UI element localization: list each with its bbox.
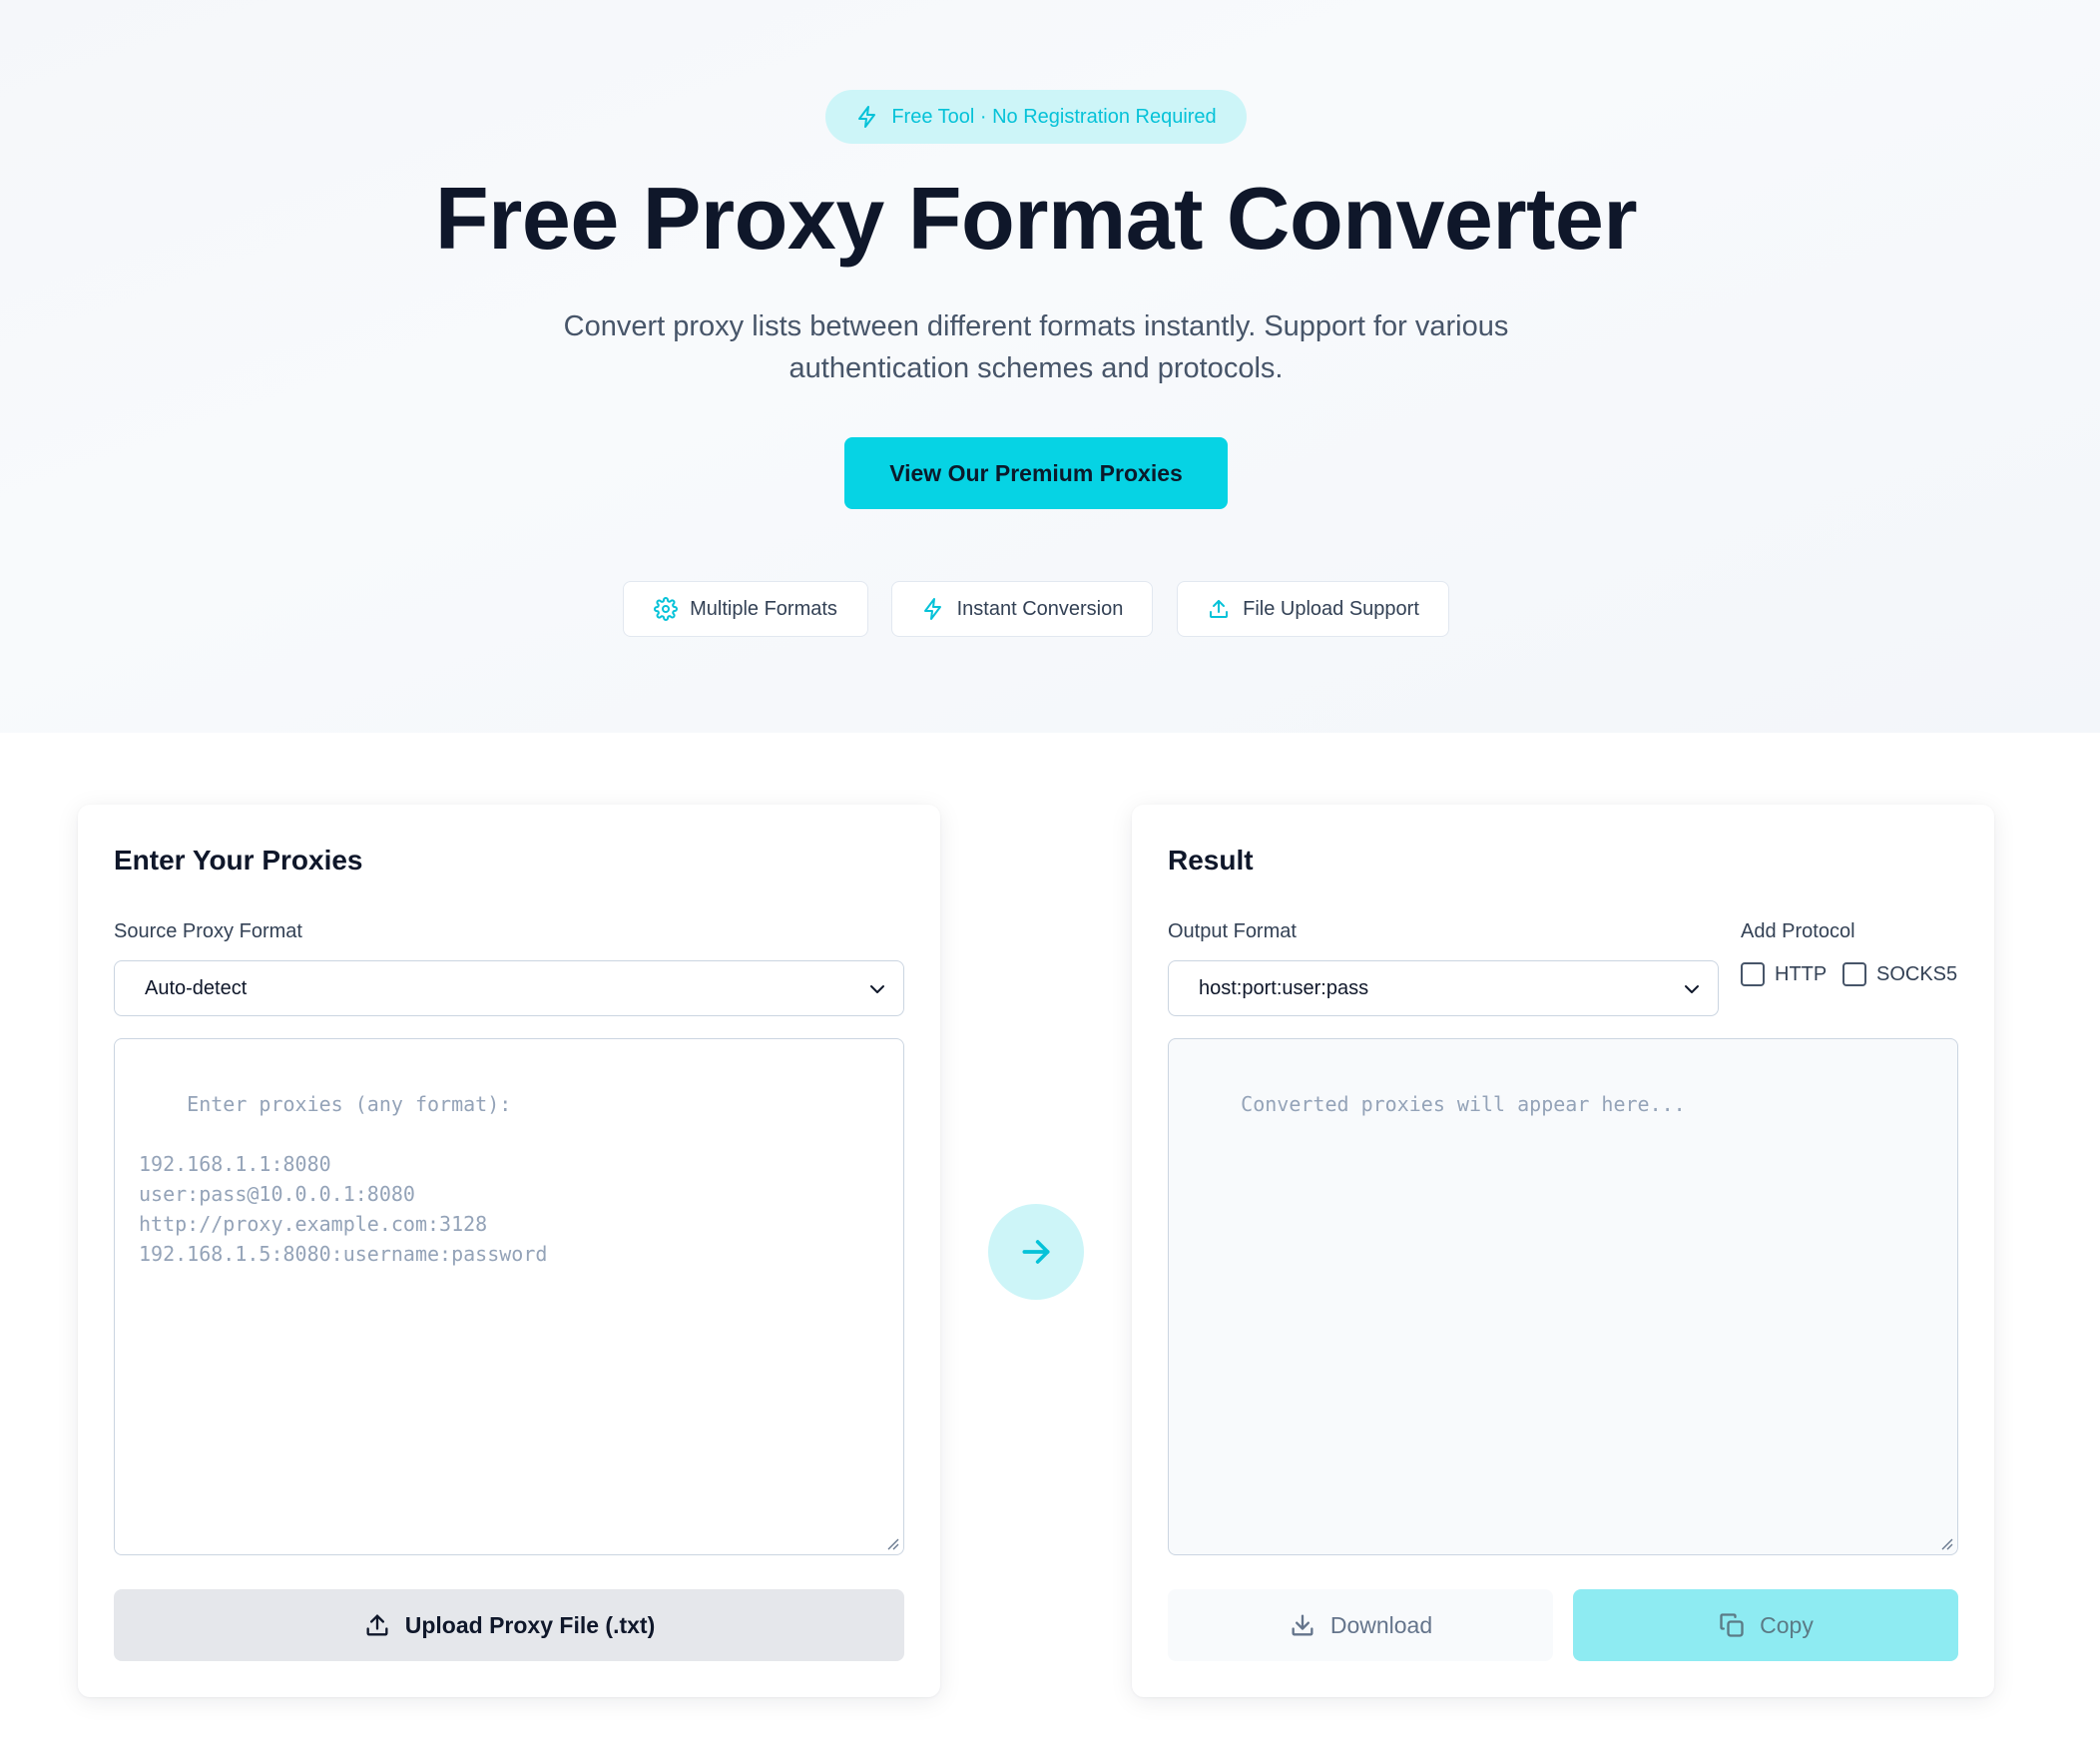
resize-handle-icon[interactable]	[885, 1536, 899, 1550]
feature-label: Multiple Formats	[690, 597, 837, 620]
lightning-icon	[858, 106, 876, 128]
badge-text: Free Tool · No Registration Required	[891, 105, 1217, 128]
proxy-input-placeholder: Enter proxies (any format): 192.168.1.1:…	[139, 1092, 548, 1266]
gear-icon	[654, 597, 679, 621]
convert-arrow-button[interactable]	[988, 1204, 1084, 1300]
copy-icon	[1720, 1613, 1744, 1637]
input-panel: Enter Your Proxies Source Proxy Format A…	[78, 805, 940, 1697]
download-button-label: Download	[1329, 1611, 1433, 1638]
add-protocol-label: Add Protocol	[1741, 920, 1855, 942]
feature-label: Instant Conversion	[956, 597, 1124, 620]
output-format-select[interactable]: host:port:user:pass	[1168, 960, 1719, 1016]
feature-file-upload-support: File Upload Support	[1177, 581, 1449, 637]
upload-proxy-file-button[interactable]: Upload Proxy File (.txt)	[114, 1589, 904, 1661]
upload-button-label: Upload Proxy File (.txt)	[404, 1611, 656, 1638]
source-format-label: Source Proxy Format	[114, 920, 302, 942]
upload-icon	[366, 1614, 388, 1636]
chevron-down-icon	[1685, 985, 1699, 993]
feature-label: File Upload Support	[1243, 597, 1419, 620]
page-title: Free Proxy Format Converter	[434, 169, 1638, 268]
socks5-checkbox-label: SOCKS5	[1876, 962, 1958, 985]
copy-button[interactable]: Copy	[1573, 1589, 1958, 1661]
download-button[interactable]: Download	[1168, 1589, 1553, 1661]
result-output-placeholder: Converted proxies will appear here...	[1241, 1092, 1686, 1116]
result-panel: Result Output Format host:port:user:pass…	[1132, 805, 1994, 1697]
source-format-value: Auto-detect	[145, 976, 248, 999]
lightning-icon	[923, 598, 941, 620]
protocol-checkbox-http[interactable]: HTTP	[1741, 962, 1827, 986]
download-icon	[1292, 1614, 1313, 1636]
http-checkbox[interactable]	[1741, 962, 1765, 986]
protocol-checkbox-socks5[interactable]: SOCKS5	[1842, 962, 1957, 986]
proxy-input-textarea[interactable]: Enter proxies (any format): 192.168.1.1:…	[114, 1038, 904, 1555]
output-format-label: Output Format	[1168, 920, 1297, 942]
socks5-checkbox[interactable]	[1842, 962, 1866, 986]
result-panel-title: Result	[1168, 845, 1254, 875]
http-checkbox-label: HTTP	[1775, 962, 1828, 985]
resize-handle-icon[interactable]	[1939, 1536, 1953, 1550]
feature-instant-conversion: Instant Conversion	[891, 581, 1153, 637]
arrow-right-icon	[1022, 1240, 1050, 1264]
upload-icon	[1210, 600, 1229, 618]
hero-section: Free Tool · No Registration Required Fre…	[0, 0, 2100, 733]
input-panel-title: Enter Your Proxies	[114, 845, 363, 875]
free-tool-badge: Free Tool · No Registration Required	[825, 90, 1247, 144]
chevron-down-icon	[870, 985, 884, 993]
output-format-value: host:port:user:pass	[1199, 976, 1369, 999]
source-format-select[interactable]: Auto-detect	[114, 960, 904, 1016]
view-premium-proxies-button[interactable]: View Our Premium Proxies	[844, 437, 1228, 509]
result-output-textarea[interactable]: Converted proxies will appear here...	[1168, 1038, 1958, 1555]
copy-button-label: Copy	[1760, 1611, 1814, 1638]
feature-multiple-formats: Multiple Formats	[623, 581, 868, 637]
page-subtitle: Convert proxy lists between different fo…	[563, 310, 1509, 384]
